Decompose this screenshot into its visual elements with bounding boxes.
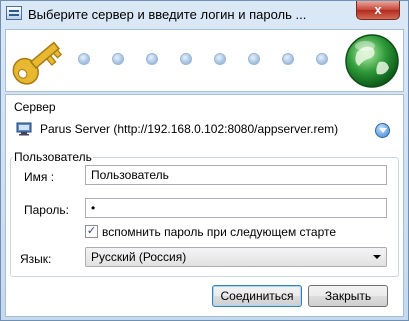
step-dot xyxy=(248,53,260,65)
step-dot xyxy=(180,53,192,65)
remember-checkbox[interactable]: ✓ xyxy=(85,225,98,238)
connect-button[interactable]: Соединиться xyxy=(212,285,302,307)
window-close-button[interactable]: x xyxy=(356,1,400,20)
step-dot xyxy=(78,53,90,65)
server-expand-button[interactable] xyxy=(375,123,390,138)
language-label: Язык: xyxy=(20,252,52,266)
remember-label: вспомнить пароль при следующем старте xyxy=(102,225,337,239)
name-label: Имя : xyxy=(24,170,55,184)
name-input[interactable]: Пользователь xyxy=(85,165,387,185)
step-dot xyxy=(282,53,294,65)
server-address: Parus Server (http://192.168.0.102:8080/… xyxy=(40,122,339,136)
dialog-content: Сервер Parus Server (http://192.168.0.10… xyxy=(5,94,404,317)
banner xyxy=(5,29,404,92)
title-bar[interactable]: Выберите сервер и введите логин и пароль… xyxy=(1,1,408,27)
login-dialog: Выберите сервер и введите логин и пароль… xyxy=(0,0,409,321)
step-dot xyxy=(112,53,124,65)
server-legend: Сервер xyxy=(13,100,57,114)
password-input[interactable]: • xyxy=(85,198,387,218)
language-select[interactable]: Русский (Россия) xyxy=(85,247,387,267)
user-legend: Пользователь xyxy=(13,150,93,164)
step-dot xyxy=(316,53,328,65)
key-icon xyxy=(12,41,63,85)
step-dot xyxy=(214,53,226,65)
globe-icon xyxy=(345,34,399,88)
app-icon xyxy=(6,6,22,20)
server-icon xyxy=(16,122,32,136)
window-title: Выберите сервер и введите логин и пароль… xyxy=(28,7,307,22)
close-button[interactable]: Закрыть xyxy=(308,285,388,307)
step-dot xyxy=(146,53,158,65)
progress-dots xyxy=(78,53,328,67)
password-label: Пароль: xyxy=(24,203,69,217)
